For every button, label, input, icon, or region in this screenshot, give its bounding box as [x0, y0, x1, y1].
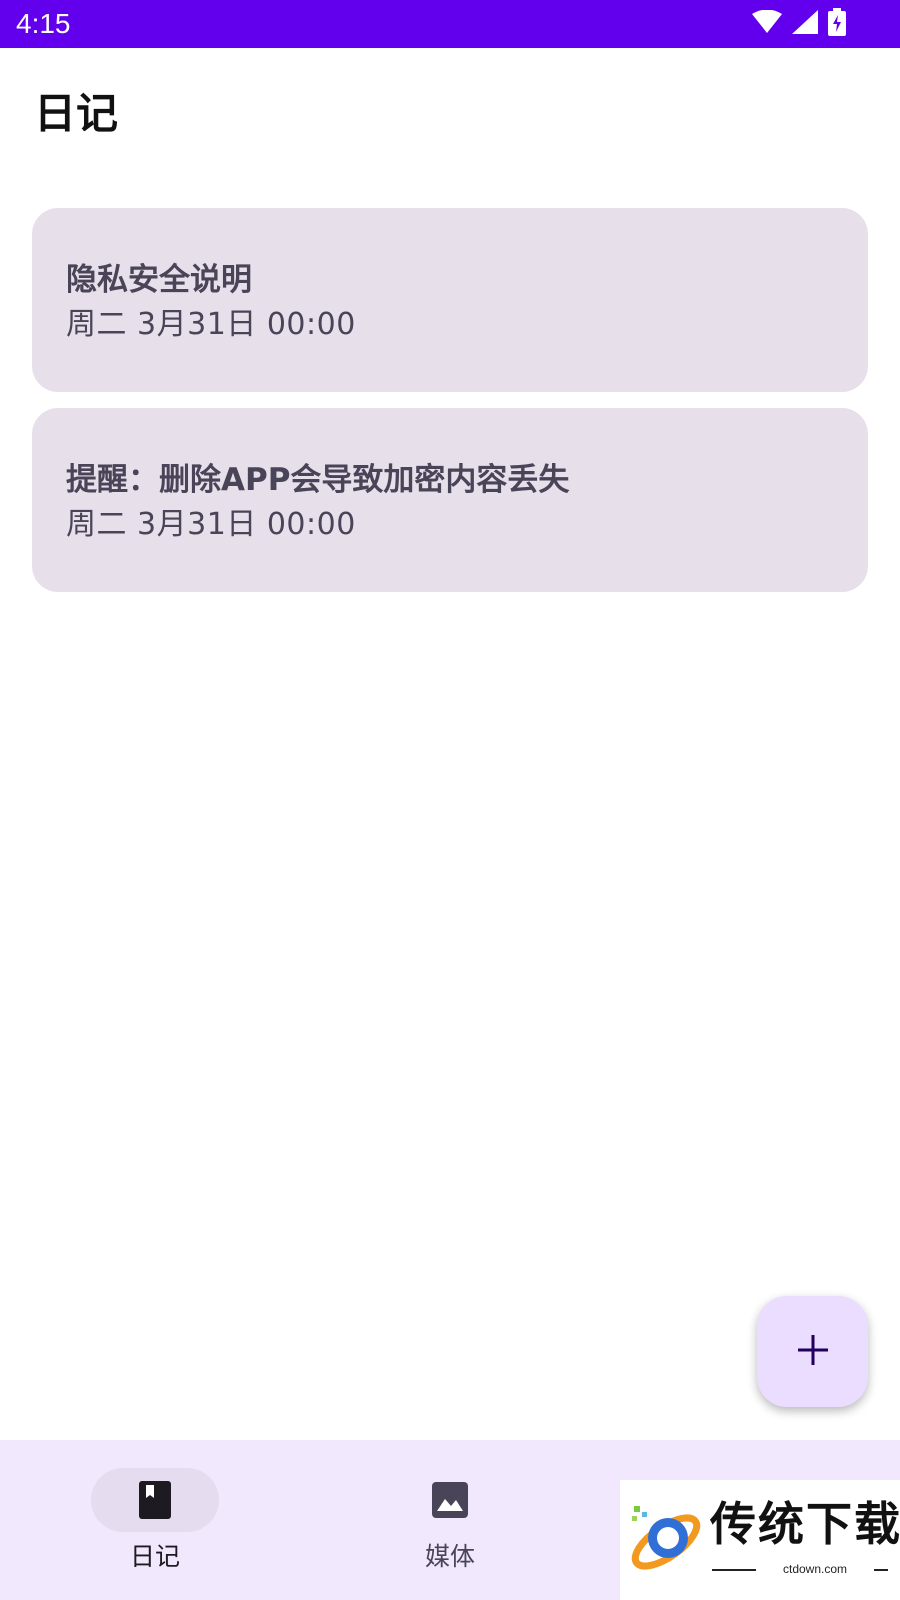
cell-signal-icon — [792, 10, 818, 38]
entry-date: 周二 3月31日 00:00 — [66, 307, 356, 342]
watermark-text: 传统下载 — [710, 1497, 900, 1551]
nav-label-diary: 日记 — [129, 1542, 180, 1571]
status-icons — [752, 8, 846, 40]
plus-icon — [797, 1334, 829, 1370]
entry-date: 周二 3月31日 00:00 — [66, 507, 356, 542]
watermark-logo-icon — [628, 1502, 704, 1582]
book-icon — [135, 1480, 175, 1520]
battery-charging-icon — [828, 8, 846, 40]
nav-item-diary[interactable]: 日记 — [55, 1440, 255, 1600]
watermark-rule-right — [874, 1569, 888, 1571]
add-entry-button[interactable] — [757, 1296, 868, 1407]
nav-label-media: 媒体 — [424, 1542, 475, 1571]
page-title: 日记 — [34, 89, 119, 138]
entry-title: 隐私安全说明 — [66, 262, 252, 298]
wifi-icon — [752, 9, 782, 38]
watermark-rule-left — [712, 1569, 756, 1571]
diary-entry-card[interactable]: 提醒：删除APP会导致加密内容丢失 周二 3月31日 00:00 — [32, 408, 868, 592]
image-icon — [430, 1480, 470, 1520]
diary-entry-card[interactable]: 隐私安全说明 周二 3月31日 00:00 — [32, 208, 868, 392]
watermark-subtext: ctdown.com — [782, 1562, 848, 1576]
watermark: 传统下载 ctdown.com — [620, 1480, 900, 1600]
entry-title: 提醒：删除APP会导致加密内容丢失 — [66, 462, 570, 498]
status-time: 4:15 — [16, 8, 71, 39]
nav-item-media[interactable]: 媒体 — [350, 1440, 550, 1600]
entry-list: 隐私安全说明 周二 3月31日 00:00 提醒：删除APP会导致加密内容丢失 … — [32, 208, 868, 608]
status-bar: 4:15 — [0, 0, 900, 48]
